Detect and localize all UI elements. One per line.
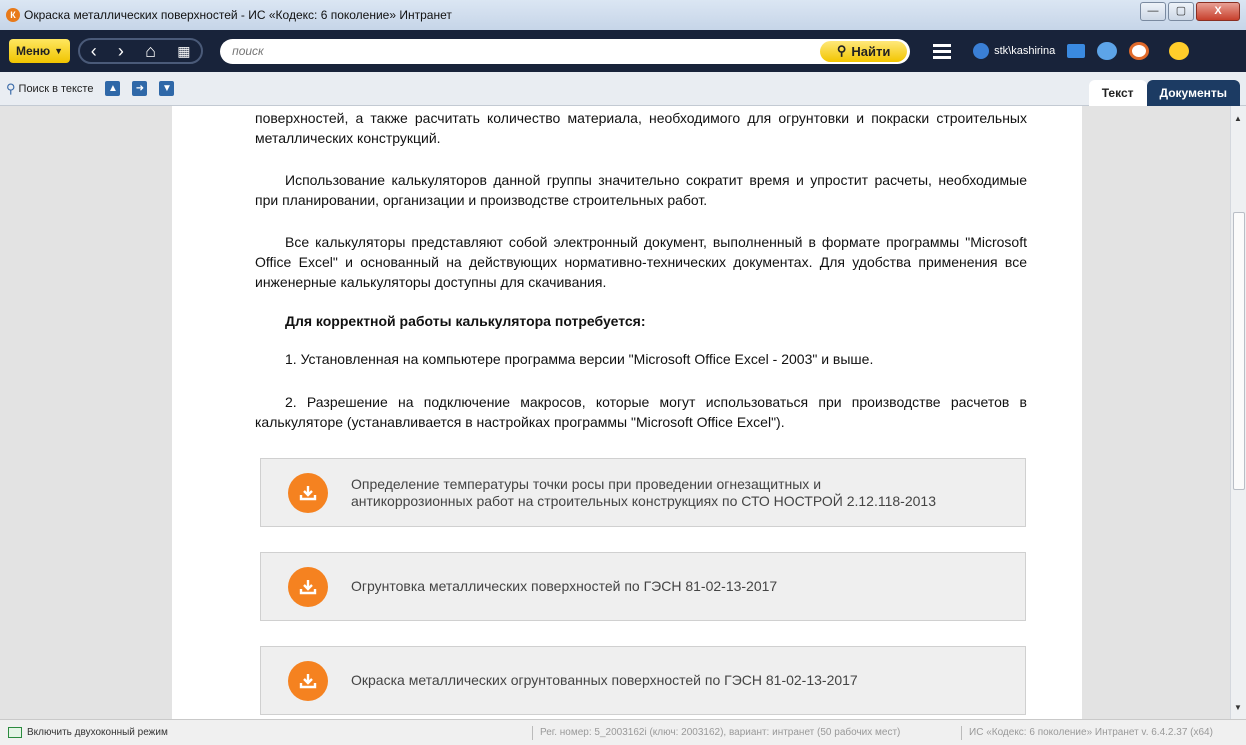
download-icon: [288, 472, 328, 513]
scroll-down-icon[interactable]: ▼: [1234, 703, 1242, 712]
vertical-scrollbar[interactable]: ▲ ▼: [1230, 106, 1246, 719]
document-toolbar: ⚲ Поиск в тексте ▲ ➜ ▼ Текст Документы: [0, 72, 1246, 106]
two-window-icon: [8, 727, 22, 738]
find-label: Найти: [851, 43, 891, 59]
app-icon: К: [6, 8, 20, 22]
two-window-toggle[interactable]: Включить двухоконный режим: [8, 727, 168, 738]
tab-text[interactable]: Текст: [1088, 80, 1147, 106]
paragraph: Все калькуляторы представляют собой элек…: [255, 234, 1027, 290]
download-card[interactable]: Окраска металлических огрунтованных пове…: [260, 646, 1026, 715]
search-input[interactable]: [232, 44, 793, 58]
download-title: Определение температуры точки росы при п…: [351, 476, 936, 510]
forward-icon[interactable]: ›: [118, 41, 124, 62]
scroll-thumb[interactable]: [1233, 212, 1245, 490]
grid-icon[interactable]: ▦: [177, 43, 190, 60]
bookmark-icon[interactable]: [1097, 42, 1118, 60]
maximize-button[interactable]: ▢: [1168, 2, 1194, 21]
home-icon[interactable]: ⌂: [145, 41, 156, 62]
scroll-up-icon[interactable]: ▲: [1234, 114, 1242, 123]
search-in-text-label: Поиск в тексте: [18, 82, 94, 95]
search-icon: ⚲: [836, 43, 847, 58]
user-icon: [973, 43, 990, 59]
divider: [532, 726, 533, 740]
paragraph: 2. Разрешение на подключение макросов, к…: [255, 394, 1027, 430]
tab-documents[interactable]: Документы: [1146, 80, 1240, 106]
close-button[interactable]: X: [1196, 2, 1240, 21]
window-controls: — ▢ X: [1138, 2, 1240, 21]
help-icon[interactable]: [1169, 42, 1190, 60]
search-in-text-button[interactable]: ⚲ Поиск в тексте: [6, 81, 93, 97]
download-icon: [288, 566, 328, 607]
download-title-line: антикоррозионных работ на строительных к…: [351, 492, 936, 509]
download-title: Окраска металлических огрунтованных пове…: [351, 672, 858, 688]
menu-label: Меню: [16, 44, 51, 58]
timer-icon[interactable]: [1129, 42, 1150, 60]
export-icon[interactable]: ➜: [132, 81, 148, 96]
tabs: Текст Документы: [1088, 80, 1240, 106]
requirements-heading: Для корректной работы калькулятора потре…: [285, 313, 646, 329]
window-title: Окраска металлических поверхностей - ИС …: [24, 8, 452, 22]
nav-group: ‹ › ⌂ ▦: [78, 38, 204, 64]
scroll-top-icon[interactable]: ▲: [105, 81, 121, 96]
title-bar: К Окраска металлических поверхностей - И…: [0, 0, 1246, 30]
minimize-button[interactable]: —: [1140, 2, 1166, 21]
user-name: stk\kashirina: [994, 45, 1056, 57]
download-icon: [288, 660, 328, 701]
hamburger-icon[interactable]: [933, 41, 952, 62]
download-card[interactable]: Определение температуры точки росы при п…: [260, 458, 1026, 527]
divider: [961, 726, 962, 740]
caret-down-icon: ▼: [54, 46, 64, 56]
user-account[interactable]: stk\kashirina: [973, 43, 1055, 59]
search-box: ⚲ Найти: [220, 38, 911, 64]
scroll-bottom-icon[interactable]: ▼: [159, 81, 175, 96]
search-icon: ⚲: [6, 80, 16, 96]
download-title: Огрунтовка металлических поверхностей по…: [351, 578, 778, 594]
status-bar: Включить двухоконный режим Рег. номер: 5…: [0, 719, 1246, 745]
back-icon[interactable]: ‹: [91, 41, 97, 62]
download-card[interactable]: Огрунтовка металлических поверхностей по…: [260, 552, 1026, 621]
paragraph: 1. Установленная на компьютере программа…: [285, 351, 874, 367]
paragraph: поверхностей, а также расчитать количест…: [255, 110, 1027, 146]
version-info: ИС «Кодекс: 6 поколение» Интранет v. 6.4…: [969, 727, 1213, 738]
main-toolbar: Меню ▼ ‹ › ⌂ ▦ ⚲ Найти stk\kashirina: [0, 30, 1246, 72]
document-page: поверхностей, а также расчитать количест…: [172, 106, 1082, 719]
menu-button[interactable]: Меню ▼: [9, 39, 71, 63]
find-button[interactable]: ⚲ Найти: [820, 40, 908, 62]
paragraph: Использование калькуляторов данной групп…: [255, 172, 1027, 208]
folder-icon[interactable]: [1067, 44, 1086, 58]
registration-info: Рег. номер: 5_2003162i (ключ: 2003162), …: [540, 727, 901, 738]
two-window-label: Включить двухоконный режим: [27, 727, 168, 738]
download-title-line: Определение температуры точки росы при п…: [351, 475, 822, 492]
